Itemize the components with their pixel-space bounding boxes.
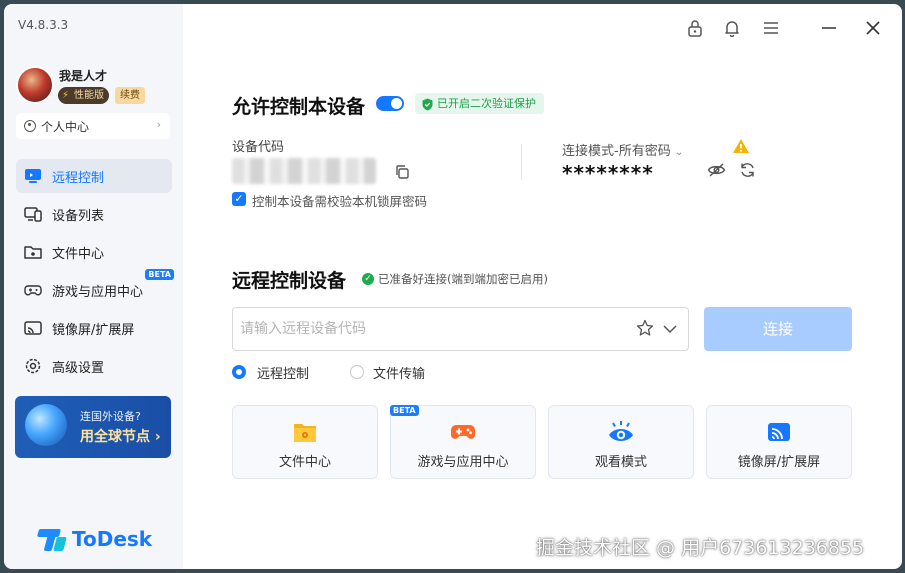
sidebar-item-label: 镜像屏/扩展屏 xyxy=(52,322,135,338)
password-value: ******** xyxy=(562,161,654,185)
todesk-logo: ToDesk xyxy=(36,527,153,551)
app-version: V4.8.3.3 xyxy=(18,18,69,32)
verify-status-label: 已开启二次验证保护 xyxy=(437,97,536,110)
verify-status-badge: 已开启二次验证保护 xyxy=(415,93,544,114)
card-mirror-screen[interactable]: 镜像屏/扩展屏 xyxy=(706,405,852,479)
chevron-right-icon: › xyxy=(156,118,161,131)
allow-control-title: 允许控制本设备 xyxy=(232,96,366,118)
remote-code-field xyxy=(232,307,689,351)
user-icon xyxy=(24,120,36,132)
sidebar-item-games-apps[interactable]: 游戏与应用中心 BETA xyxy=(16,269,174,307)
connection-mode-label: 连接模式-所有密码 xyxy=(562,144,671,159)
eye-icon xyxy=(549,420,693,446)
sidebar-item-remote-control[interactable]: 远程控制 xyxy=(16,159,172,193)
sidebar-item-label: 设备列表 xyxy=(52,208,105,224)
folder-icon xyxy=(24,243,42,261)
card-file-center[interactable]: 文件中心 xyxy=(232,405,378,479)
watermark: 掘金技术社区 @ 用户673613236855 xyxy=(536,537,865,559)
global-node-promo[interactable]: 连国外设备? 用全球节点 › xyxy=(15,396,171,458)
connection-mode-dropdown[interactable]: 连接模式-所有密码 ⌄ xyxy=(562,140,683,159)
warning-icon[interactable] xyxy=(732,138,750,158)
chevron-down-icon: ⌄ xyxy=(674,147,684,158)
connect-button[interactable]: 连接 xyxy=(704,307,852,351)
globe-icon xyxy=(25,404,67,446)
sidebar-item-device-list[interactable]: 设备列表 xyxy=(16,197,172,231)
tier-badge-label: 性能版 xyxy=(74,90,104,101)
remote-code-input[interactable] xyxy=(233,308,613,350)
sidebar-item-label: 文件中心 xyxy=(52,246,105,262)
close-icon[interactable] xyxy=(863,18,883,38)
gamepad-icon xyxy=(24,281,42,299)
device-code-value xyxy=(232,158,376,184)
refresh-icon[interactable] xyxy=(739,162,756,182)
menu-icon[interactable] xyxy=(761,18,781,38)
sidebar-item-label: 远程控制 xyxy=(52,170,105,186)
beta-badge: BETA xyxy=(390,405,419,416)
bell-icon[interactable] xyxy=(722,18,742,38)
personal-center-button[interactable]: 个人中心 › xyxy=(16,113,170,139)
card-games-apps[interactable]: BETA 游戏与应用中心 xyxy=(390,405,536,479)
promo-line2: 用全球节点 › xyxy=(80,429,161,445)
cast-icon xyxy=(707,420,851,446)
logo-mark-icon xyxy=(36,527,67,551)
lock-screen-checkbox[interactable]: ✓ xyxy=(232,192,246,206)
radio-remote-control-label: 远程控制 xyxy=(257,367,310,382)
radio-remote-control[interactable] xyxy=(232,365,246,379)
radio-file-transfer-label: 文件传输 xyxy=(373,367,426,382)
card-label: 文件中心 xyxy=(278,455,331,470)
username: 我是人才 xyxy=(59,69,108,83)
sidebar-item-advanced-settings[interactable]: 高级设置 xyxy=(16,349,172,383)
divider xyxy=(521,144,522,180)
folder-icon xyxy=(233,420,377,446)
gamepad-icon xyxy=(391,420,535,446)
card-label: 镜像屏/扩展屏 xyxy=(737,455,821,470)
remote-control-title: 远程控制设备 xyxy=(232,270,347,292)
lock-icon[interactable] xyxy=(685,18,705,38)
sidebar-nav: 远程控制 设备列表 文件中心 游戏与应用中心 BETA 镜像屏/扩展屏 高级设置 xyxy=(16,159,174,387)
connection-status-label: 已准备好连接(端到端加密已启用) xyxy=(378,272,548,286)
sidebar-item-label: 游戏与应用中心 xyxy=(52,284,144,300)
gear-icon xyxy=(24,357,42,375)
copy-icon[interactable] xyxy=(394,164,410,184)
sidebar: V4.8.3.3 我是人才 ⚡ 性能版 续费 个人中心 › 远程控制 设备列表 … xyxy=(4,4,183,569)
beta-badge: BETA xyxy=(145,269,174,280)
shield-icon xyxy=(422,97,433,118)
cast-icon xyxy=(24,319,42,337)
minimize-icon[interactable] xyxy=(819,18,839,38)
card-watch-mode[interactable]: 观看模式 xyxy=(548,405,694,479)
personal-center-label: 个人中心 xyxy=(41,119,90,134)
avatar[interactable] xyxy=(16,66,54,104)
sidebar-item-mirror-screen[interactable]: 镜像屏/扩展屏 xyxy=(16,311,172,345)
bolt-icon: ⚡ xyxy=(62,90,70,101)
card-label: 观看模式 xyxy=(594,455,647,470)
star-icon[interactable] xyxy=(636,319,654,341)
radio-file-transfer[interactable] xyxy=(350,365,364,379)
card-label: 游戏与应用中心 xyxy=(417,455,509,470)
lock-screen-checkbox-label: 控制本设备需校验本机锁屏密码 xyxy=(252,194,428,209)
chevron-down-icon[interactable] xyxy=(662,321,678,341)
device-code-label: 设备代码 xyxy=(232,140,285,155)
connection-status: ✓ 已准备好连接(端到端加密已启用) xyxy=(362,271,548,287)
tier-badge: ⚡ 性能版 xyxy=(58,87,109,104)
renew-button[interactable]: 续费 xyxy=(115,87,145,104)
promo-line1: 连国外设备? xyxy=(80,410,141,423)
monitor-icon xyxy=(24,167,42,185)
eye-off-icon[interactable] xyxy=(707,162,726,182)
sidebar-item-file-center[interactable]: 文件中心 xyxy=(16,235,172,269)
device-list-icon xyxy=(24,205,42,223)
check-circle-icon: ✓ xyxy=(362,273,374,285)
allow-control-toggle[interactable] xyxy=(376,96,404,111)
app-window: V4.8.3.3 我是人才 ⚡ 性能版 续费 个人中心 › 远程控制 设备列表 … xyxy=(4,4,902,569)
sidebar-item-label: 高级设置 xyxy=(52,360,105,376)
logo-text: ToDesk xyxy=(72,527,153,551)
